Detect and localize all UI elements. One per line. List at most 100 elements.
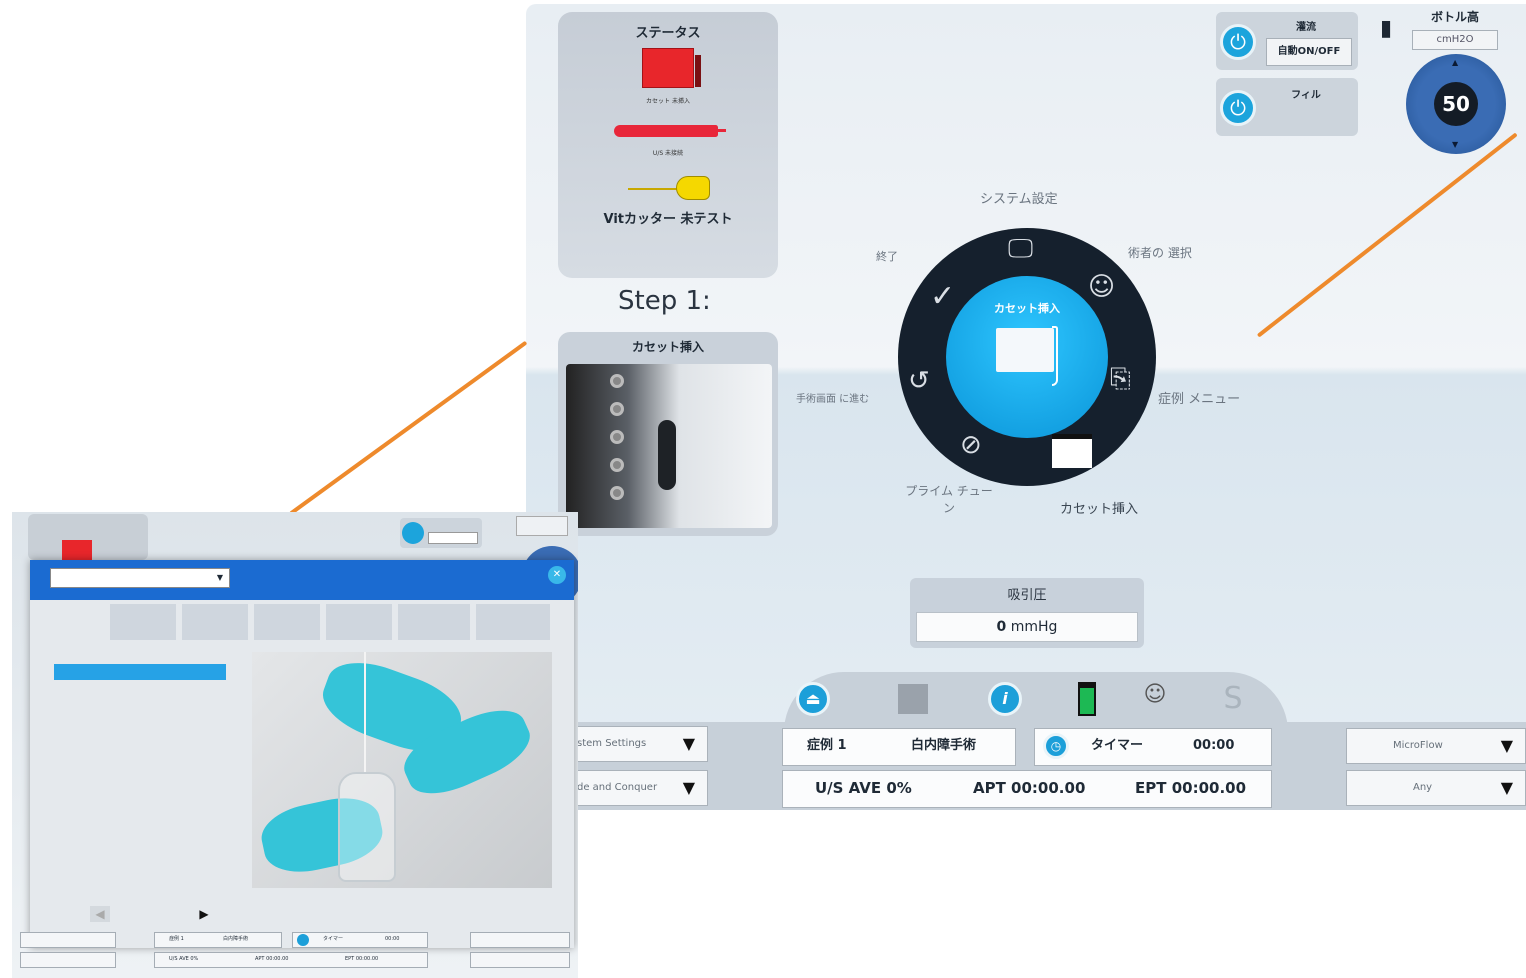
overlay-apt: APT 00:00.00 — [255, 956, 289, 962]
clock-icon[interactable]: ◷ — [1043, 733, 1069, 759]
menu-surgeon-select[interactable]: 術者の 選択 — [1128, 244, 1192, 261]
radial-menu-wheel: 🖵 ☺ ⎘ ⊘ ↺ ✓ カセット挿入 — [898, 228, 1156, 486]
prev-arrow-icon[interactable]: ◀ — [90, 906, 110, 922]
irrigation-power-button[interactable]: ⏻ — [1220, 24, 1256, 60]
close-icon[interactable]: ✕ — [548, 566, 566, 584]
menu-prime-tune[interactable]: プライム チューン — [902, 482, 996, 516]
overlay-ept: EPT 00:00.00 — [345, 956, 379, 962]
menu-system-settings[interactable]: システム設定 — [980, 188, 1058, 207]
step-instruction-image — [566, 364, 772, 528]
chevron-down-icon: ▼ — [1500, 736, 1513, 755]
irrigation-card: ⏻ 灌流 自動ON/OFF — [1216, 12, 1358, 70]
overlay-right-dropdown-2[interactable] — [470, 952, 570, 968]
irrigation-label: 灌流 — [1296, 22, 1316, 33]
port-icon — [610, 402, 624, 416]
overlay-left-dropdown-1[interactable] — [20, 932, 116, 948]
chevron-down-icon: ▼ — [216, 573, 223, 582]
battery-icon — [1078, 682, 1096, 716]
cassette-icon — [996, 328, 1054, 372]
s-logo-icon: S — [1223, 681, 1243, 716]
step-title: Step 1: — [618, 286, 711, 316]
clipboard-icon[interactable]: ⎘ — [1110, 366, 1131, 392]
dial-down-icon[interactable]: ▼ — [1452, 140, 1458, 149]
vit-cutter-icon — [676, 176, 710, 200]
irrigation-power-button[interactable] — [402, 522, 424, 544]
timer-label: タイマー — [1091, 738, 1144, 753]
iv-pole-icon: ▮ — [1380, 16, 1393, 41]
status-panel: ステータス カセット 未挿入 U/S 未接続 Vitカッター 未テスト — [558, 12, 778, 278]
bottle-height-dial[interactable]: ▲ ▼ 50 — [1406, 54, 1506, 154]
step-panel: カセット挿入 — [558, 332, 778, 536]
cassette-selected-icon[interactable] — [1052, 434, 1092, 468]
cassette-status-icon — [642, 48, 701, 88]
main-screen: ステータス カセット 未挿入 U/S 未接続 Vitカッター 未テスト Step… — [526, 4, 1526, 810]
system-settings-dropdown-value: stem Settings — [577, 738, 647, 749]
stop-icon[interactable] — [898, 684, 928, 714]
eject-button[interactable]: ⏏ — [796, 682, 830, 716]
menu-cassette-insert[interactable]: カセット挿入 — [1060, 498, 1138, 517]
menu-case-menu[interactable]: 症例 メニュー — [1158, 388, 1240, 407]
surgeon-status-icon[interactable]: ☺ — [1138, 682, 1172, 716]
instruction-photo — [252, 652, 552, 888]
timer-value: 00:00 — [1193, 738, 1235, 753]
next-arrow-icon[interactable]: ▶ — [194, 906, 214, 922]
radial-menu-center[interactable]: カセット挿入 — [946, 276, 1108, 438]
us-handpiece-icon — [614, 125, 726, 137]
case-info-box[interactable]: 症例 1 白内障手術 — [782, 728, 1016, 766]
step-tab[interactable] — [182, 604, 248, 640]
chevron-down-icon: ▼ — [682, 734, 695, 753]
bottle-height-label: ボトル高 — [1430, 10, 1479, 24]
any-dropdown-value: Any — [1413, 782, 1433, 793]
dial-up-icon[interactable]: ▲ — [1452, 58, 1458, 67]
flow-mode-dropdown-value: MicroFlow — [1393, 740, 1443, 751]
port-icon — [610, 374, 624, 388]
procedure-select[interactable]: ▼ — [50, 568, 230, 588]
phaco-stats-box: U/S AVE 0% APT 00:00.00 EPT 00:00.00 — [782, 770, 1272, 808]
step-tab[interactable] — [476, 604, 550, 640]
any-dropdown[interactable]: Any ▼ — [1346, 770, 1526, 806]
prime-tune-icon[interactable]: ⊘ — [960, 432, 982, 458]
info-button[interactable]: i — [988, 682, 1022, 716]
overlay-right-dropdown-1[interactable] — [470, 932, 570, 948]
chevron-down-icon: ▼ — [1500, 778, 1513, 797]
port-icon — [610, 430, 624, 444]
step-tab[interactable] — [110, 604, 176, 640]
flow-mode-dropdown[interactable]: MicroFlow ▼ — [1346, 728, 1526, 764]
surgeon-icon[interactable]: ☺ — [1088, 274, 1115, 300]
fill-card: ⏻ フィル — [1216, 78, 1358, 136]
suction-label: 吸引圧 — [1007, 588, 1047, 603]
step-tab[interactable] — [398, 604, 470, 640]
cassette-status-caption: カセット 未挿入 — [646, 98, 690, 105]
fill-power-button[interactable]: ⏻ — [1220, 90, 1256, 126]
instruction-modal: ▼ ✕ ◀ ▶ — [30, 560, 574, 948]
port-icon — [610, 458, 624, 472]
overlay-timer-box[interactable]: タイマー 00:00 — [292, 932, 428, 948]
return-icon[interactable]: ↺ — [908, 368, 930, 394]
menu-finish[interactable]: 終了 — [876, 248, 898, 264]
status-title: ステータス — [635, 26, 701, 41]
clock-icon[interactable] — [297, 934, 309, 946]
step-tab[interactable] — [254, 604, 320, 640]
selected-step-item[interactable] — [54, 664, 226, 680]
port-icon — [610, 486, 624, 500]
auto-onoff-button[interactable]: 自動ON/OFF — [1266, 38, 1352, 66]
ept-value: EPT 00:00.00 — [1135, 779, 1247, 797]
timer-box[interactable]: ◷ タイマー 00:00 — [1034, 728, 1272, 766]
overlay-case-box[interactable]: 症例 1 白内障手術 — [154, 932, 282, 948]
cassette-slot — [658, 420, 676, 490]
overlay-irrigation-card — [400, 518, 482, 548]
auto-onoff-button[interactable] — [428, 532, 478, 544]
menu-go-to-surgery[interactable]: 手術画面 に進む — [796, 390, 869, 405]
us-status-caption: U/S 未接続 — [652, 150, 684, 157]
us-ave-value: U/S AVE 0% — [815, 779, 912, 797]
step-tab[interactable] — [326, 604, 392, 640]
overlay-case-label: 症例 1 — [169, 936, 184, 942]
technique-dropdown-value: de and Conquer — [577, 782, 658, 793]
monitor-icon[interactable]: 🖵 — [1008, 236, 1033, 262]
bottle-height-unit[interactable]: cmH2O — [1412, 30, 1498, 50]
overlay-bottle-unit[interactable] — [516, 516, 568, 536]
chevron-down-icon: ▼ — [682, 778, 695, 797]
overlay-timer-label: タイマー — [323, 936, 344, 942]
overlay-left-dropdown-2[interactable] — [20, 952, 116, 968]
bottle-shape — [338, 772, 396, 882]
